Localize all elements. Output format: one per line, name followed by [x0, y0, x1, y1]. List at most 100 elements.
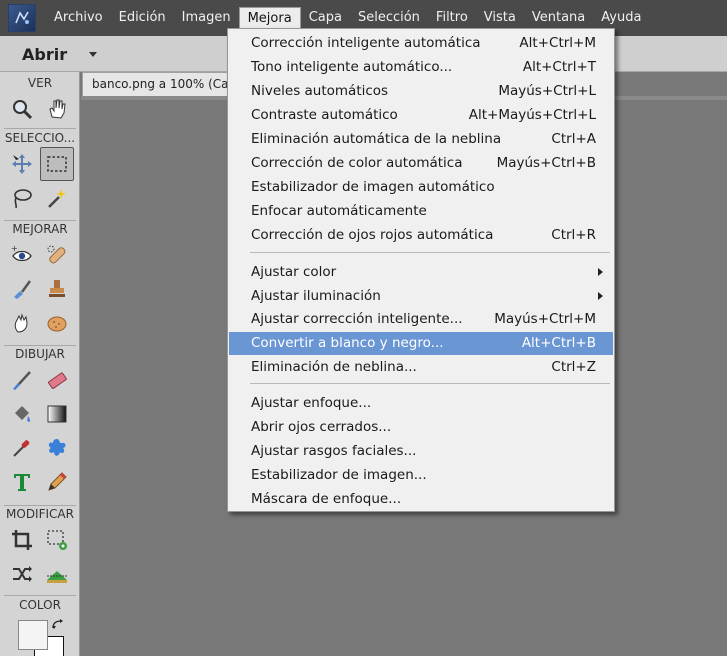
menu-item-label: Máscara de enfoque...: [251, 491, 402, 507]
eraser-tool-icon[interactable]: [40, 363, 74, 397]
menu-item-shake-reduction[interactable]: Estabilizador de imagen...: [229, 464, 613, 487]
divider: [4, 220, 76, 221]
menu-item-auto-smart-tone[interactable]: Tono inteligente automático... Alt+Ctrl+T: [229, 56, 613, 79]
menu-item-shortcut: Mayús+Ctrl+L: [498, 83, 596, 99]
sponge-tool-icon[interactable]: [40, 306, 74, 340]
smart-brush-tool-icon[interactable]: [5, 272, 39, 306]
section-color-label: COLOR: [19, 598, 61, 612]
menu-vista[interactable]: Vista: [476, 7, 524, 29]
menu-item-auto-shake-reduction[interactable]: Estabilizador de imagen automático: [229, 176, 613, 199]
menu-item-label: Estabilizador de imagen automático: [251, 179, 495, 195]
divider: [4, 345, 76, 346]
divider: [4, 128, 76, 129]
custom-shape-tool-icon[interactable]: [40, 431, 74, 465]
recompose-tool-icon[interactable]: [40, 523, 74, 557]
menu-item-shortcut: Alt+Ctrl+B: [521, 335, 596, 351]
magic-wand-tool-icon[interactable]: [40, 181, 74, 215]
menu-item-auto-sharpen[interactable]: Enfocar automáticamente: [229, 200, 613, 223]
menu-item-label: Convertir a blanco y negro...: [251, 335, 444, 351]
menu-item-label: Eliminación de neblina...: [251, 359, 417, 375]
paint-bucket-tool-icon[interactable]: [5, 397, 39, 431]
menu-item-haze-removal[interactable]: Eliminación de neblina... Ctrl+Z: [229, 356, 613, 379]
menu-item-label: Corrección inteligente automática: [251, 35, 481, 51]
app-logo-icon[interactable]: [8, 4, 36, 32]
menu-separator: [250, 383, 610, 384]
content-aware-move-tool-icon[interactable]: [5, 557, 39, 591]
red-eye-tool-icon[interactable]: +: [5, 238, 39, 272]
section-mejorar-label: MEJORAR: [12, 222, 68, 236]
menu-edicion[interactable]: Edición: [111, 7, 174, 29]
menu-item-label: Abrir ojos cerrados...: [251, 419, 392, 435]
menu-item-shortcut: Alt+Mayús+Ctrl+L: [468, 107, 596, 123]
menu-item-adjust-sharpness[interactable]: Ajustar enfoque...: [229, 392, 613, 415]
gradient-tool-icon[interactable]: [40, 397, 74, 431]
menu-ventana[interactable]: Ventana: [524, 7, 593, 29]
menu-item-label: Estabilizador de imagen...: [251, 467, 427, 483]
menu-item-label: Corrección de ojos rojos automática: [251, 227, 494, 243]
foreground-color-swatch[interactable]: [18, 620, 48, 650]
menu-item-open-closed-eyes[interactable]: Abrir ojos cerrados...: [229, 416, 613, 439]
menu-item-label: Tono inteligente automático...: [251, 59, 453, 75]
menu-item-label: Enfocar automáticamente: [251, 203, 427, 219]
menu-item-auto-smart-fix[interactable]: Corrección inteligente automática Alt+Ctr…: [229, 32, 613, 55]
pencil-tool-icon[interactable]: [40, 465, 74, 499]
menu-item-adjust-lighting[interactable]: Ajustar iluminación: [229, 285, 613, 308]
menu-seleccion[interactable]: Selección: [350, 7, 428, 29]
straighten-tool-icon[interactable]: [40, 557, 74, 591]
menu-item-auto-contrast[interactable]: Contraste automático Alt+Mayús+Ctrl+L: [229, 104, 613, 127]
brush-tool-icon[interactable]: [5, 363, 39, 397]
eyedropper-tool-icon[interactable]: [5, 431, 39, 465]
menu-mejora[interactable]: Mejora: [238, 7, 301, 29]
menu-item-adjust-color[interactable]: Ajustar color: [229, 261, 613, 284]
rectangular-marquee-tool-icon[interactable]: [40, 147, 74, 181]
toolbox-panel: VER SELECCIO... MEJORAR + DIBUJAR MODIFI…: [0, 72, 80, 656]
menu-item-label: Ajustar enfoque...: [251, 395, 372, 411]
document-tab[interactable]: banco.png a 100% (Capa: [82, 72, 242, 96]
lasso-tool-icon[interactable]: [5, 181, 39, 215]
move-tool-icon[interactable]: [5, 147, 39, 181]
zoom-tool-icon[interactable]: [5, 92, 39, 126]
open-button[interactable]: Abrir: [12, 41, 102, 67]
menu-item-auto-red-eye-fix[interactable]: Corrección de ojos rojos automática Ctrl+…: [229, 224, 613, 247]
open-button-label: Abrir: [22, 44, 68, 64]
divider: [4, 505, 76, 506]
menu-item-label: Niveles automáticos: [251, 83, 389, 99]
menu-item-adjust-smart-fix[interactable]: Ajustar corrección inteligente... Mayús+C…: [229, 308, 613, 331]
menu-imagen[interactable]: Imagen: [174, 7, 239, 29]
menu-item-auto-haze-removal[interactable]: Eliminación automática de la neblina Ctrl…: [229, 128, 613, 151]
menu-filtro[interactable]: Filtro: [428, 7, 476, 29]
crop-tool-icon[interactable]: [5, 523, 39, 557]
menu-item-shortcut: Ctrl+R: [551, 227, 596, 243]
hand-tool-icon[interactable]: [40, 92, 74, 126]
smudge-tool-icon[interactable]: [5, 306, 39, 340]
menu-item-unsharp-mask[interactable]: Máscara de enfoque...: [229, 488, 613, 511]
section-dibujar-label: DIBUJAR: [15, 347, 65, 361]
divider: [4, 595, 76, 596]
menu-item-auto-color-correction[interactable]: Corrección de color automática Mayús+Ctrl…: [229, 152, 613, 175]
menu-item-adjust-facial-features[interactable]: Ajustar rasgos faciales...: [229, 440, 613, 463]
menu-item-shortcut: Alt+Ctrl+T: [522, 59, 596, 75]
menu-item-convert-to-black-and-white[interactable]: Convertir a blanco y negro... Alt+Ctrl+B: [229, 332, 613, 355]
svg-text:+: +: [11, 244, 18, 253]
spot-healing-tool-icon[interactable]: [40, 238, 74, 272]
menu-ayuda[interactable]: Ayuda: [593, 7, 649, 29]
section-seleccion-label: SELECCIO...: [4, 131, 76, 145]
menu-separator: [250, 252, 610, 253]
section-modificar-label: MODIFICAR: [6, 507, 74, 521]
menu-item-label: Eliminación automática de la neblina: [251, 131, 502, 147]
menu-item-label: Ajustar corrección inteligente...: [251, 311, 463, 327]
menu-item-label: Corrección de color automática: [251, 155, 463, 171]
submenu-arrow-icon: [598, 268, 603, 276]
menu-capa[interactable]: Capa: [301, 7, 350, 29]
swap-colors-icon[interactable]: [51, 618, 65, 632]
menu-item-shortcut: Mayús+Ctrl+B: [496, 155, 596, 171]
text-tool-icon[interactable]: [5, 465, 39, 499]
menu-archivo[interactable]: Archivo: [46, 7, 111, 29]
menu-item-auto-levels[interactable]: Niveles automáticos Mayús+Ctrl+L: [229, 80, 613, 103]
menu-item-shortcut: Alt+Ctrl+M: [519, 35, 596, 51]
chevron-down-icon[interactable]: [89, 51, 98, 57]
menu-item-shortcut: Ctrl+A: [551, 131, 596, 147]
menu-item-label: Ajustar rasgos faciales...: [251, 443, 417, 459]
clone-stamp-tool-icon[interactable]: [40, 272, 74, 306]
menu-item-label: Contraste automático: [251, 107, 398, 123]
